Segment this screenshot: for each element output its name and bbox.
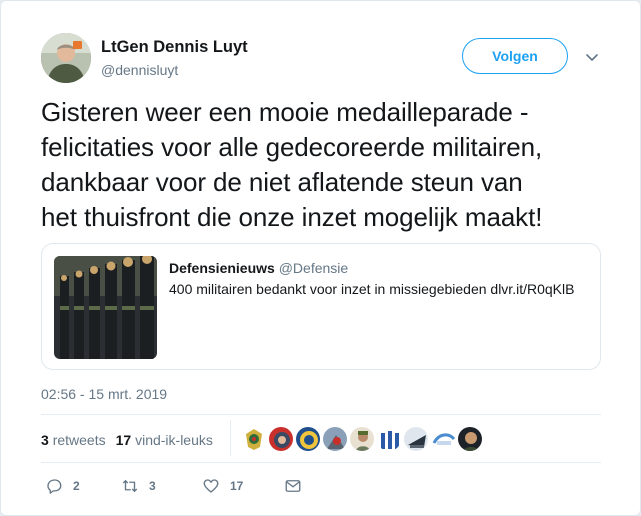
quoted-tweet-card[interactable]: Defensienieuws @Defensie 400 militairen …	[41, 243, 601, 370]
liker-avatar[interactable]	[241, 426, 267, 452]
tweet-line: dankbaar voor de niet aflatende steun va…	[41, 167, 523, 197]
retweets-label: retweets	[52, 432, 106, 448]
quoted-tweet-thumbnail	[54, 256, 157, 359]
reply-button[interactable]: 2	[45, 475, 80, 497]
divider	[41, 414, 601, 415]
liker-avatar[interactable]	[268, 426, 294, 452]
retweet-icon	[121, 477, 139, 495]
retweet-count: 3	[149, 479, 156, 493]
direct-message-button[interactable]	[284, 475, 302, 497]
tweet-line: het thuisfront die onze inzet mogelijk m…	[41, 202, 543, 232]
retweets-stat[interactable]: 3 retweets	[41, 432, 106, 448]
retweet-button[interactable]: 3	[121, 475, 156, 497]
likes-count: 17	[115, 432, 132, 448]
envelope-icon	[284, 477, 302, 495]
like-button[interactable]: 17	[202, 475, 243, 497]
quoted-author-handle[interactable]: @Defensie	[279, 260, 348, 276]
liker-avatar[interactable]	[376, 426, 402, 452]
tweet-stats: 3 retweets 17 vind-ik-leuks	[41, 432, 213, 448]
stats-divider	[230, 420, 231, 456]
liker-avatar[interactable]	[295, 426, 321, 452]
author-handle[interactable]: @dennisluyt	[101, 62, 178, 78]
tweet-card: LtGen Dennis Luyt @dennisluyt Volgen Gis…	[0, 0, 641, 516]
likes-stat[interactable]: 17 vind-ik-leuks	[116, 432, 213, 448]
quoted-author-name[interactable]: Defensienieuws	[169, 260, 275, 276]
liker-avatar[interactable]	[322, 426, 348, 452]
tweet-text: Gisteren weer een mooie medailleparade -…	[41, 95, 611, 235]
divider	[41, 462, 601, 463]
follow-button[interactable]: Volgen	[462, 38, 568, 74]
heart-icon	[202, 477, 220, 495]
author-name[interactable]: LtGen Dennis Luyt	[101, 38, 248, 57]
likes-label: vind-ik-leuks	[135, 432, 213, 448]
like-count: 17	[230, 479, 244, 493]
reply-icon	[45, 477, 63, 495]
tweet-timestamp[interactable]: 02:56 - 15 mrt. 2019	[41, 386, 167, 402]
liker-avatar[interactable]	[403, 426, 429, 452]
liker-avatar[interactable]	[430, 426, 456, 452]
quoted-tweet-text: 400 militairen bedankt voor inzet in mis…	[169, 281, 575, 297]
quoted-tweet-header: Defensienieuws @Defensie	[169, 260, 348, 276]
liker-avatar[interactable]	[349, 426, 375, 452]
tweet-line: Gisteren weer een mooie medailleparade -	[41, 97, 529, 127]
chevron-down-icon[interactable]	[584, 49, 600, 65]
reply-count: 2	[73, 479, 80, 493]
retweets-count: 3	[41, 432, 49, 448]
tweet-line: felicitaties voor alle gedecoreerde mili…	[41, 132, 543, 162]
author-avatar[interactable]	[41, 33, 91, 83]
liker-avatar[interactable]	[457, 426, 483, 452]
